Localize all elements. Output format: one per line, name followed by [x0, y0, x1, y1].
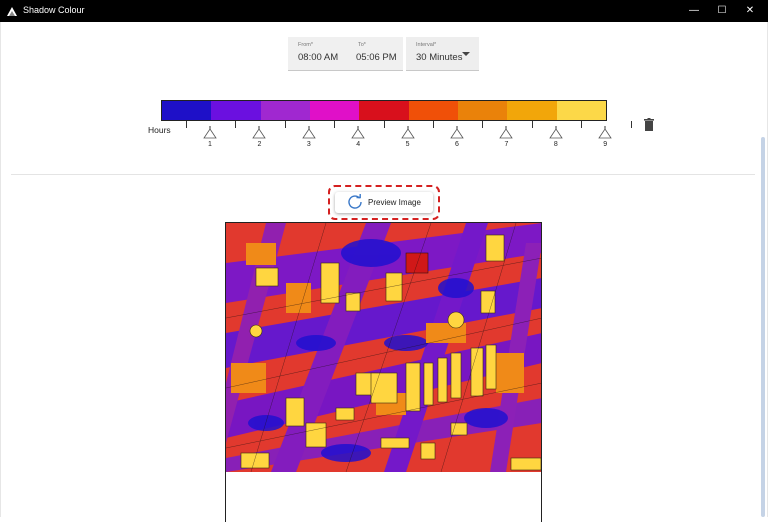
colour-scale-bar — [161, 100, 607, 121]
preview-image-label: Preview Image — [368, 198, 421, 207]
main-content: From* 08:00 AM To* 05:06 PM Interval* 30… — [0, 22, 768, 522]
colour-swatch[interactable] — [309, 101, 360, 120]
close-button[interactable]: ✕ — [740, 3, 760, 19]
colour-swatch[interactable] — [211, 101, 261, 120]
colour-swatch[interactable] — [162, 101, 212, 120]
vertical-scrollbar[interactable] — [761, 137, 765, 517]
to-field-label: To* — [358, 42, 366, 48]
scale-tick-label: 8 — [553, 141, 558, 148]
scale-tick — [186, 121, 187, 128]
scale-tick — [482, 121, 484, 128]
scale-tick — [630, 121, 632, 128]
colour-swatch[interactable] — [359, 101, 409, 120]
app-icon — [7, 7, 17, 16]
shadow-map-image — [226, 223, 541, 472]
from-time-field[interactable]: From* 08:00 AM — [288, 37, 348, 71]
scale-tick — [433, 121, 434, 128]
from-field-value: 08:00 AM — [298, 52, 339, 63]
chevron-down-icon — [462, 52, 470, 56]
scale-tick-label: 1 — [208, 141, 212, 148]
interval-select[interactable]: Interval* 30 Minutes — [406, 37, 479, 71]
colour-swatch[interactable] — [260, 101, 310, 120]
refresh-icon — [348, 194, 362, 209]
scale-tick-label: 5 — [405, 141, 410, 148]
colour-swatch[interactable] — [556, 101, 606, 120]
trash-icon[interactable] — [644, 118, 654, 131]
maximize-button[interactable]: ☐ — [712, 3, 732, 19]
preview-image-button[interactable]: Preview Image — [335, 192, 433, 213]
to-time-field[interactable]: To* 05:06 PM — [348, 37, 403, 71]
scale-tick — [581, 121, 583, 128]
scale-tick — [235, 121, 237, 128]
scale-tick — [284, 121, 286, 128]
minimize-button[interactable]: — — [684, 3, 704, 19]
scale-tick — [531, 121, 533, 128]
scale-tick-label: 4 — [356, 141, 361, 148]
from-field-label: From* — [298, 42, 313, 48]
colour-swatch[interactable] — [408, 101, 458, 120]
window-title: Shadow Colour — [23, 5, 85, 15]
colour-swatch[interactable] — [457, 101, 508, 120]
to-field-value: 05:06 PM — [356, 52, 397, 63]
interval-field-label: Interval* — [416, 42, 437, 48]
scale-tick-label: 2 — [257, 141, 262, 148]
title-bar: Shadow Colour — ☐ ✕ — [0, 0, 768, 22]
hours-label: Hours — [148, 125, 171, 135]
scale-tick — [334, 121, 336, 128]
colour-swatch[interactable] — [507, 101, 557, 120]
interval-field-value: 30 Minutes — [416, 52, 463, 63]
scale-tick-label: 7 — [504, 141, 509, 148]
divider — [11, 174, 755, 175]
scale-tick-label: 6 — [455, 141, 459, 148]
scale-tick — [383, 121, 385, 128]
scale-tick-label: 9 — [603, 141, 608, 148]
scale-tick-label: 3 — [306, 141, 311, 148]
shadow-image-frame — [225, 222, 542, 522]
